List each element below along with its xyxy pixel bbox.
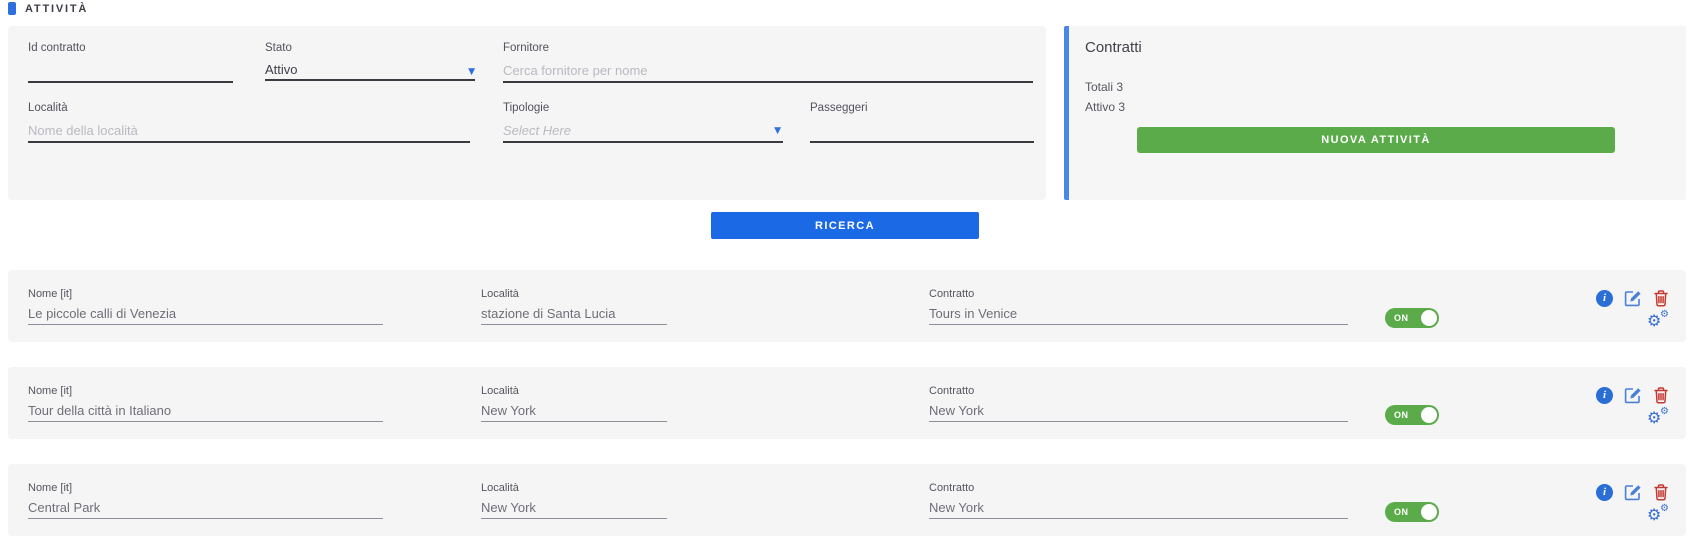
fornitore-input[interactable] [503, 61, 1033, 83]
active-toggle[interactable]: ON [1385, 308, 1439, 328]
contratti-attivo: Attivo 3 [1085, 100, 1670, 114]
info-icon: i [1596, 290, 1613, 307]
passeggeri-field: Passeggeri [810, 102, 1034, 143]
nome-field: Nome [it] Tour della città in Italiano [28, 385, 383, 422]
localita-field: Località New York [481, 385, 667, 422]
contratto-field: Contratto New York [929, 385, 1348, 422]
edit-button[interactable] [1624, 386, 1642, 404]
delete-button[interactable] [1653, 483, 1669, 501]
active-toggle[interactable]: ON [1385, 502, 1439, 522]
info-button[interactable]: i [1596, 290, 1613, 307]
passeggeri-input[interactable] [810, 121, 1034, 143]
edit-icon [1624, 483, 1642, 501]
edit-icon [1624, 386, 1642, 404]
delete-button[interactable] [1653, 289, 1669, 307]
localita-field: Località stazione di Santa Lucia [481, 288, 667, 325]
stato-label: Stato [265, 42, 475, 54]
localita-value[interactable]: New York [481, 403, 667, 422]
info-icon: i [1596, 387, 1613, 404]
edit-button[interactable] [1624, 483, 1642, 501]
trash-icon [1653, 386, 1669, 404]
localita-value[interactable]: New York [481, 500, 667, 519]
edit-icon [1624, 289, 1642, 307]
trash-icon [1653, 483, 1669, 501]
row-actions: i [1596, 386, 1669, 404]
chevron-down-icon: ▼ [468, 68, 475, 77]
nome-label: Nome [it] [28, 385, 383, 397]
gear-icon: ⚙ [1660, 407, 1669, 417]
passeggeri-label: Passeggeri [810, 102, 1034, 114]
edit-button[interactable] [1624, 289, 1642, 307]
nome-label: Nome [it] [28, 288, 383, 300]
ricerca-button[interactable]: RICERCA [711, 212, 979, 239]
contratto-value[interactable]: New York [929, 500, 1348, 519]
page-header: ATTIVITÀ [8, 2, 88, 15]
fornitore-label: Fornitore [503, 42, 1033, 54]
services-button[interactable]: ⚙ ⚙ [1647, 409, 1669, 429]
section-marker-icon [8, 2, 16, 15]
localita-input[interactable] [28, 121, 470, 143]
localita-label: Località [28, 102, 470, 114]
chevron-down-icon: ▼ [774, 127, 781, 136]
tipologie-input[interactable] [503, 121, 783, 143]
fornitore-field: Fornitore [503, 42, 1033, 83]
contratto-field: Contratto Tours in Venice [929, 288, 1348, 325]
stato-selected-value: Attivo [265, 62, 298, 77]
localita-label: Località [481, 482, 667, 494]
localita-label: Località [481, 385, 667, 397]
contratto-value[interactable]: New York [929, 403, 1348, 422]
id-contratto-label: Id contratto [28, 42, 233, 54]
localita-value[interactable]: stazione di Santa Lucia [481, 306, 667, 325]
nome-value[interactable]: Le piccole calli di Venezia [28, 306, 383, 325]
nuova-attivita-button[interactable]: NUOVA ATTIVITÀ [1137, 127, 1615, 153]
info-icon: i [1596, 484, 1613, 501]
activity-row: Nome [it] Tour della città in Italiano L… [8, 367, 1686, 439]
nome-field: Nome [it] Le piccole calli di Venezia [28, 288, 383, 325]
toggle-state-label: ON [1394, 410, 1409, 420]
info-button[interactable]: i [1596, 484, 1613, 501]
contratti-totali: Totali 3 [1085, 80, 1670, 94]
nome-value[interactable]: Central Park [28, 500, 383, 519]
id-contratto-field: Id contratto [28, 42, 233, 83]
localita-field: Località New York [481, 482, 667, 519]
localita-label: Località [481, 288, 667, 300]
stato-field: Stato Attivo ▼ [265, 42, 475, 81]
toggle-state-label: ON [1394, 507, 1409, 517]
toggle-knob [1421, 504, 1437, 520]
toggle-knob [1421, 407, 1437, 423]
activity-row: Nome [it] Le piccole calli di Venezia Lo… [8, 270, 1686, 342]
nome-field: Nome [it] Central Park [28, 482, 383, 519]
services-button[interactable]: ⚙ ⚙ [1647, 506, 1669, 526]
contratto-label: Contratto [929, 482, 1348, 494]
gear-icon: ⚙ [1660, 310, 1669, 320]
page-title: ATTIVITÀ [25, 3, 88, 15]
contratti-title: Contratti [1085, 39, 1670, 56]
toggle-knob [1421, 310, 1437, 326]
nome-value[interactable]: Tour della città in Italiano [28, 403, 383, 422]
contratto-label: Contratto [929, 288, 1348, 300]
nome-label: Nome [it] [28, 482, 383, 494]
toggle-state-label: ON [1394, 313, 1409, 323]
contratto-field: Contratto New York [929, 482, 1348, 519]
delete-button[interactable] [1653, 386, 1669, 404]
contratti-panel: Contratti Totali 3 Attivo 3 NUOVA ATTIVI… [1064, 26, 1686, 200]
services-button[interactable]: ⚙ ⚙ [1647, 312, 1669, 332]
tipologie-label: Tipologie [503, 102, 783, 114]
row-actions: i [1596, 483, 1669, 501]
localita-field: Località [28, 102, 470, 143]
active-toggle[interactable]: ON [1385, 405, 1439, 425]
trash-icon [1653, 289, 1669, 307]
contratto-value[interactable]: Tours in Venice [929, 306, 1348, 325]
contratto-label: Contratto [929, 385, 1348, 397]
filter-panel: Id contratto Stato Attivo ▼ Fornitore Lo… [8, 26, 1046, 200]
activities-page: ATTIVITÀ Id contratto Stato Attivo ▼ For… [0, 0, 1694, 554]
tipologie-select[interactable]: ▼ [503, 121, 783, 143]
gear-icon: ⚙ [1660, 504, 1669, 514]
tipologie-field: Tipologie ▼ [503, 102, 783, 143]
id-contratto-input[interactable] [28, 61, 233, 83]
info-button[interactable]: i [1596, 387, 1613, 404]
activity-row: Nome [it] Central Park Località New York… [8, 464, 1686, 536]
stato-select[interactable]: Attivo ▼ [265, 61, 475, 81]
row-actions: i [1596, 289, 1669, 307]
